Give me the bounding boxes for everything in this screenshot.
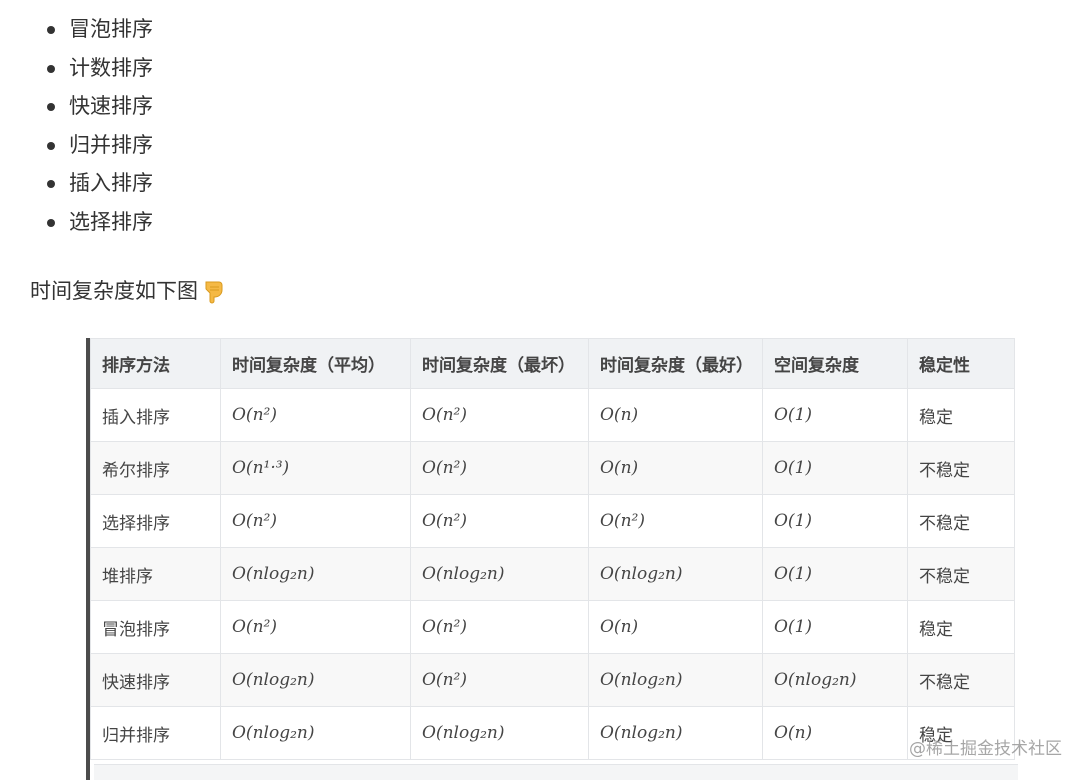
table-cell: 选择排序: [90, 494, 221, 548]
table-cell: 快速排序: [90, 653, 221, 707]
table-cell: O(n): [588, 388, 763, 442]
bullet-dot: [47, 64, 55, 73]
table-cell: O(nlog₂n): [410, 706, 589, 760]
table-cell: O(n²): [220, 388, 411, 442]
table-cell: O(n²): [410, 494, 589, 548]
table-cell: O(nlog₂n): [762, 653, 908, 707]
table-cell: O(1): [762, 441, 908, 495]
table-cell: 不稳定: [907, 494, 1015, 548]
list-item: 快速排序: [46, 87, 153, 126]
table-cell: 稳定: [907, 600, 1015, 654]
table-cell: O(n²): [410, 388, 589, 442]
table-cell: 希尔排序: [90, 441, 221, 495]
table-cell: O(n): [588, 600, 763, 654]
complexity-table: 排序方法 时间复杂度（平均） 时间复杂度（最坏） 时间复杂度（最好） 空间复杂度…: [90, 338, 1015, 760]
table-cell: O(nlog₂n): [220, 653, 411, 707]
table-cell: 归并排序: [90, 706, 221, 760]
table-row: 归并排序 O(nlog₂n) O(nlog₂n) O(nlog₂n) O(n) …: [90, 706, 1015, 760]
table-row: 快速排序 O(nlog₂n) O(n²) O(nlog₂n) O(nlog₂n)…: [90, 653, 1015, 707]
table-header-row: 排序方法 时间复杂度（平均） 时间复杂度（最坏） 时间复杂度（最好） 空间复杂度…: [90, 338, 1015, 389]
table-cell: 不稳定: [907, 547, 1015, 601]
table-cell: O(n²): [220, 600, 411, 654]
bullet-dot: [47, 180, 55, 189]
table-cell: O(nlog₂n): [588, 547, 763, 601]
pointing-down-hand-icon: [201, 278, 227, 304]
table-row: 冒泡排序 O(n²) O(n²) O(n) O(1) 稳定: [90, 600, 1015, 654]
table-cell: O(n¹·³): [220, 441, 411, 495]
intro-paragraph: 时间复杂度如下图: [30, 274, 227, 308]
header-cell: 时间复杂度（最好）: [588, 338, 763, 389]
table-cell: O(n²): [410, 653, 589, 707]
table-bottom-strip: [94, 764, 1018, 780]
table-cell: O(1): [762, 388, 908, 442]
header-cell: 空间复杂度: [762, 338, 908, 389]
table-cell: O(1): [762, 600, 908, 654]
table-row: 插入排序 O(n²) O(n²) O(n) O(1) 稳定: [90, 388, 1015, 442]
table-cell: 堆排序: [90, 547, 221, 601]
table-cell: 不稳定: [907, 653, 1015, 707]
header-cell: 稳定性: [907, 338, 1015, 389]
table-cell: O(nlog₂n): [588, 653, 763, 707]
table-row: 堆排序 O(nlog₂n) O(nlog₂n) O(nlog₂n) O(1) 不…: [90, 547, 1015, 601]
header-cell: 时间复杂度（最坏）: [410, 338, 589, 389]
table-cell: 稳定: [907, 388, 1015, 442]
table-cell: 插入排序: [90, 388, 221, 442]
complexity-table-quote: 排序方法 时间复杂度（平均） 时间复杂度（最坏） 时间复杂度（最好） 空间复杂度…: [86, 338, 1018, 780]
table-cell: O(nlog₂n): [410, 547, 589, 601]
table-cell: O(n): [588, 441, 763, 495]
table-cell: 不稳定: [907, 441, 1015, 495]
bullet-dot: [47, 218, 55, 227]
list-item: 冒泡排序: [46, 10, 153, 49]
bullet-dot: [47, 26, 55, 34]
list-item: 计数排序: [46, 49, 153, 88]
watermark: @稀土掘金技术社区: [909, 739, 1062, 759]
table-cell: O(n²): [220, 494, 411, 548]
bullet-dot: [47, 103, 55, 112]
table-cell: O(n²): [588, 494, 763, 548]
list-item: 插入排序: [46, 164, 153, 203]
sort-list: 冒泡排序 计数排序 快速排序 归并排序 插入排序 选择排序: [46, 10, 153, 242]
table-cell: O(1): [762, 494, 908, 548]
intro-text: 时间复杂度如下图: [30, 279, 198, 303]
list-item: 归并排序: [46, 126, 153, 165]
header-cell: 排序方法: [90, 338, 221, 389]
table-cell: O(nlog₂n): [588, 706, 763, 760]
table-cell: 冒泡排序: [90, 600, 221, 654]
header-cell: 时间复杂度（平均）: [220, 338, 411, 389]
bullet-dot: [47, 141, 55, 150]
table-row: 希尔排序 O(n¹·³) O(n²) O(n) O(1) 不稳定: [90, 441, 1015, 495]
table-cell: O(n²): [410, 441, 589, 495]
table-row: 选择排序 O(n²) O(n²) O(n²) O(1) 不稳定: [90, 494, 1015, 548]
table-cell: O(n): [762, 706, 908, 760]
table-cell: O(nlog₂n): [220, 706, 411, 760]
list-item: 选择排序: [46, 203, 153, 242]
table-cell: O(1): [762, 547, 908, 601]
table-cell: O(nlog₂n): [220, 547, 411, 601]
table-cell: O(n²): [410, 600, 589, 654]
